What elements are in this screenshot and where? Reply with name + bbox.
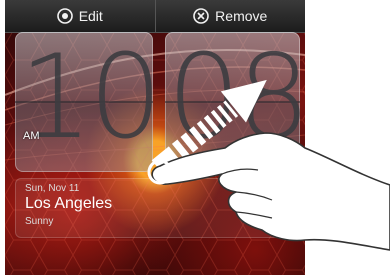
home-screen: Edit Remove 10 AM 08 Sun, Nov 11 Los Ang… [5, 0, 305, 275]
widget-edit-bar: Edit Remove [5, 0, 305, 33]
weather-condition: Sunny [25, 216, 54, 227]
edit-button[interactable]: Edit [5, 0, 155, 32]
clock-minutes: 08 [167, 32, 300, 165]
weather-city: Los Angeles [25, 195, 113, 212]
edit-label: Edit [78, 8, 103, 24]
weather-widget[interactable]: Sun, Nov 11 Los Angeles Sunny 85 [15, 178, 300, 238]
remove-label: Remove [215, 8, 268, 24]
clock-hours-tile[interactable]: 10 AM [15, 32, 153, 172]
clock-minutes-tile[interactable]: 08 [165, 32, 300, 172]
weather-date: Sun, Nov 11 [25, 183, 80, 194]
clock-ampm: AM [23, 130, 40, 142]
weather-temperature: 85 [246, 212, 260, 226]
remove-button[interactable]: Remove [154, 0, 306, 32]
close-circle-icon [193, 8, 209, 24]
gear-icon [56, 8, 73, 24]
